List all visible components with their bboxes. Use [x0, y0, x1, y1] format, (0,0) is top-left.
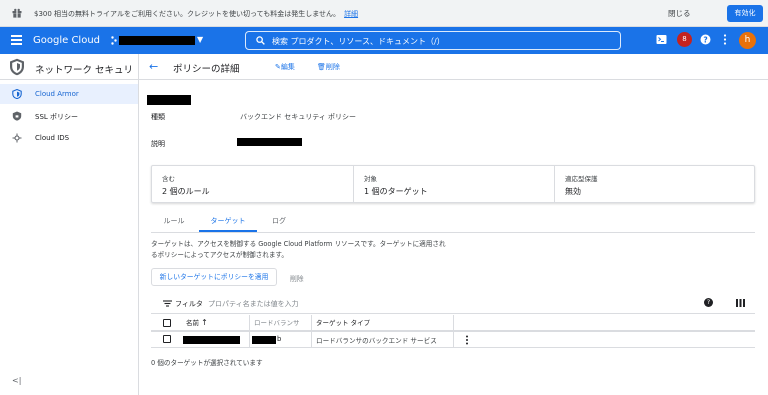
- column-display-icon[interactable]: [736, 299, 745, 307]
- ids-icon: [12, 133, 22, 143]
- help-icon[interactable]: ?: [700, 34, 711, 45]
- collapse-sidebar-icon[interactable]: <|: [12, 376, 21, 385]
- select-all-checkbox[interactable]: [163, 319, 171, 327]
- page-title: ポリシーの詳細: [173, 64, 240, 75]
- filter-input[interactable]: プロパティ名または値を入力: [208, 299, 299, 309]
- promo-bar: $300 相当の無料トライアルをご利用ください。クレジットを使い切っても料金は発…: [0, 0, 768, 27]
- chevron-down-icon: ▼: [197, 35, 204, 44]
- tab-bar: ルール ターゲット ログ: [151, 212, 311, 232]
- description-redacted: [237, 138, 302, 146]
- tab-logs[interactable]: ログ: [261, 212, 297, 232]
- target-name-redacted: [183, 336, 240, 344]
- summary-value: 2 個のルール: [162, 187, 210, 196]
- shield-icon: [12, 89, 22, 99]
- google-cloud-logo[interactable]: Google Cloud: [33, 35, 100, 46]
- search-icon: [256, 36, 265, 45]
- sidebar-item-label: Cloud IDS: [35, 134, 70, 142]
- gift-icon: [12, 8, 22, 18]
- remove-button[interactable]: 削除: [290, 273, 304, 283]
- summary-adaptive-protection: 適応型保護 無効: [554, 166, 755, 202]
- search-label: 検索 プロダクト、リソース、ドキュメント（/）: [272, 37, 445, 46]
- cloud-shell-icon[interactable]: [656, 34, 667, 45]
- sidebar-item-cloud-armor[interactable]: Cloud Armor: [0, 84, 138, 104]
- filter-label: フィルタ: [175, 300, 203, 308]
- promo-details-link[interactable]: 詳細: [344, 10, 358, 18]
- load-balancer-suffix: b: [277, 335, 282, 343]
- filter-bar[interactable]: フィルタ プロパティ名または値を入力 ?: [151, 294, 755, 314]
- sort-arrow-icon: ↑: [201, 318, 208, 327]
- policy-name-redacted: [147, 95, 191, 105]
- column-header-target-type[interactable]: ターゲット タイプ: [316, 315, 370, 331]
- svg-text:?: ?: [703, 35, 707, 44]
- tab-targets[interactable]: ターゲット: [199, 212, 257, 232]
- description-label: 説明: [151, 140, 165, 148]
- notification-badge[interactable]: 8: [677, 32, 692, 47]
- summary-key: 対象: [364, 175, 377, 183]
- summary-card: 含む 2 個のルール 対象 1 個のターゲット 適応型保護 無効: [151, 165, 755, 203]
- project-picker[interactable]: ▼: [111, 34, 203, 47]
- selection-count: 0 個のターゲットが選択されています: [151, 359, 263, 367]
- dismiss-button[interactable]: 閉じる: [668, 8, 691, 19]
- type-value: バックエンド セキュリティ ポリシー: [240, 113, 357, 121]
- search-bar[interactable]: 検索 プロダクト、リソース、ドキュメント（/）: [245, 31, 621, 50]
- sidebar-header: ネットワーク セキュリティ: [0, 54, 139, 80]
- main-content: ← ポリシーの詳細 ✎編集 🗑削除 種類 バックエンド セキュリティ ポリシー …: [139, 54, 768, 395]
- summary-value: 無効: [565, 187, 581, 196]
- apply-policy-button[interactable]: 新しいターゲットにポリシーを適用: [151, 268, 277, 286]
- target-type-cell: ロードバランサのバックエンド サービス: [316, 337, 437, 345]
- sidebar: ネットワーク セキュリティ Cloud Armor SSL ポリシー Cloud…: [0, 54, 139, 395]
- summary-rules: 含む 2 個のルール: [152, 166, 353, 202]
- targets-table: 名前 ↑ ロードバランサ ターゲット タイプ b ロードバランサのバックエンド …: [151, 315, 755, 348]
- ssl-shield-icon: [12, 111, 22, 121]
- column-header-name[interactable]: 名前 ↑: [186, 315, 208, 331]
- edit-button[interactable]: ✎編集: [275, 62, 295, 72]
- delete-button[interactable]: 🗑削除: [317, 62, 340, 72]
- summary-targets: 対象 1 個のターゲット: [353, 166, 554, 202]
- network-security-shield-icon: [10, 58, 24, 76]
- summary-key: 含む: [162, 175, 175, 183]
- summary-key: 適応型保護: [565, 175, 598, 183]
- type-label: 種類: [151, 113, 165, 121]
- targets-description: ターゲットは、アクセスを制御する Google Cloud Platform リ…: [151, 240, 446, 259]
- more-vert-icon[interactable]: [723, 34, 727, 45]
- column-header-load-balancer[interactable]: ロードバランサ: [254, 315, 300, 331]
- help-icon[interactable]: ?: [704, 298, 713, 307]
- table-row[interactable]: b ロードバランサのバックエンド サービス: [151, 331, 755, 348]
- sidebar-title: ネットワーク セキュリティ: [35, 65, 131, 76]
- sidebar-item-cloud-ids[interactable]: Cloud IDS: [0, 128, 138, 148]
- page-toolbar: ← ポリシーの詳細 ✎編集 🗑削除: [139, 54, 768, 80]
- back-arrow-icon[interactable]: ←: [149, 60, 158, 73]
- sidebar-item-label: Cloud Armor: [35, 90, 79, 98]
- project-dots-icon: [111, 36, 117, 45]
- top-header: Google Cloud ▼ 検索 プロダクト、リソース、ドキュメント（/） 8…: [0, 27, 768, 54]
- sidebar-item-ssl-policy[interactable]: SSL ポリシー: [0, 106, 138, 126]
- tab-rules[interactable]: ルール: [153, 212, 195, 232]
- hamburger-menu-icon[interactable]: [11, 35, 22, 45]
- filter-icon: [163, 300, 172, 307]
- promo-text: $300 相当の無料トライアルをご利用ください。クレジットを使い切っても料金は発…: [34, 10, 359, 18]
- activate-button[interactable]: 有効化: [727, 5, 763, 22]
- row-checkbox[interactable]: [163, 335, 171, 343]
- row-more-vert-icon[interactable]: [465, 335, 469, 345]
- divider: [151, 232, 755, 233]
- summary-value: 1 個のターゲット: [364, 187, 428, 196]
- sidebar-item-label: SSL ポリシー: [35, 113, 79, 121]
- project-name-redacted: [119, 36, 195, 45]
- load-balancer-redacted: [252, 336, 276, 344]
- avatar[interactable]: h: [739, 32, 756, 49]
